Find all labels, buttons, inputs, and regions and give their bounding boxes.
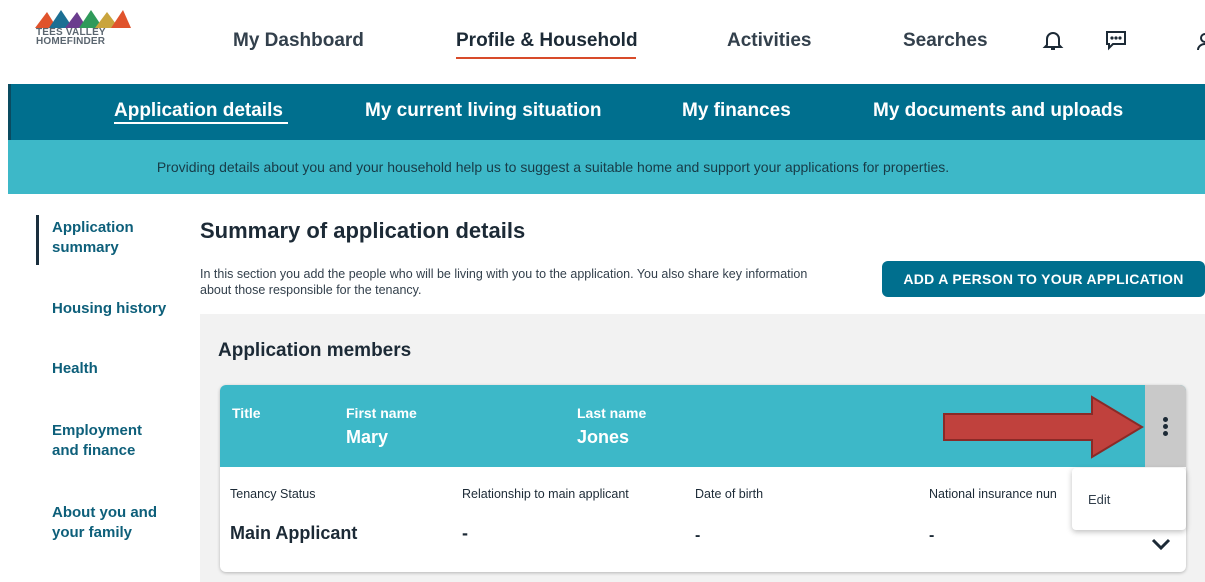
first-name-label: First name — [346, 405, 417, 421]
tenancy-status-value: Main Applicant — [230, 523, 358, 543]
tab-current-living-situation[interactable]: My current living situation — [365, 100, 601, 122]
sidebar-item-application-summary[interactable]: Application summary — [52, 218, 162, 258]
sidebar-active-marker — [36, 215, 39, 265]
more-vert-icon — [1163, 417, 1168, 422]
more-vert-icon-dot — [1163, 424, 1168, 429]
sidebar-item-about-you-family[interactable]: About you and your family — [52, 503, 162, 543]
menu-item-edit[interactable]: Edit — [1088, 492, 1110, 507]
last-name-value: Jones — [577, 427, 630, 447]
tenancy-status-label: Tenancy Status — [230, 487, 316, 501]
ni-number-value: - — [929, 527, 935, 544]
nav-profile-household[interactable]: Profile & Household — [456, 30, 638, 52]
more-vert-icon-dot — [1163, 431, 1168, 436]
members-title: Application members — [218, 340, 412, 361]
sidebar-item-housing-history[interactable]: Housing history — [52, 299, 172, 319]
brand-name: TEES VALLEY HOMEFINDER — [36, 27, 106, 47]
bell-icon[interactable] — [1041, 28, 1065, 52]
nav-active-indicator — [456, 57, 636, 59]
top-navigation: TEES VALLEY HOMEFINDER My Dashboard Prof… — [0, 0, 1205, 84]
dob-value: - — [695, 527, 701, 544]
title-label: Title — [232, 405, 261, 421]
user-icon[interactable] — [1196, 28, 1205, 52]
page-title: Summary of application details — [200, 218, 526, 243]
info-banner: Providing details about you and your hou… — [8, 140, 1205, 194]
banner-text: Providing details about you and your hou… — [156, 159, 950, 175]
chevron-down-icon[interactable] — [1150, 537, 1172, 551]
add-person-button[interactable]: ADD A PERSON TO YOUR APPLICATION — [882, 261, 1205, 297]
ni-number-label: National insurance nun — [929, 487, 1057, 501]
last-name-label: Last name — [577, 405, 647, 421]
section-navigation: Application details My current living si… — [8, 84, 1205, 140]
dob-label: Date of birth — [695, 487, 764, 501]
intro-text: In this section you add the people who w… — [200, 267, 808, 297]
tab-active-indicator — [114, 122, 288, 124]
chat-icon[interactable] — [1104, 28, 1128, 52]
tab-documents-uploads[interactable]: My documents and uploads — [873, 100, 1123, 122]
first-name-value: Mary — [346, 427, 389, 447]
relationship-value: - — [462, 523, 468, 543]
relationship-label: Relationship to main applicant — [462, 487, 629, 501]
options-menu: Edit — [1072, 468, 1186, 530]
annotation-arrow-icon — [943, 395, 1144, 459]
nav-searches[interactable]: Searches — [903, 30, 988, 52]
sidebar-item-health[interactable]: Health — [52, 359, 98, 379]
more-options-button[interactable] — [1145, 385, 1186, 467]
nav-activities[interactable]: Activities — [727, 30, 811, 52]
nav-my-dashboard[interactable]: My Dashboard — [233, 30, 364, 52]
tab-my-finances[interactable]: My finances — [682, 100, 791, 122]
sidebar-item-employment-finance[interactable]: Employment and finance — [52, 421, 162, 461]
tab-application-details[interactable]: Application details — [114, 100, 283, 122]
